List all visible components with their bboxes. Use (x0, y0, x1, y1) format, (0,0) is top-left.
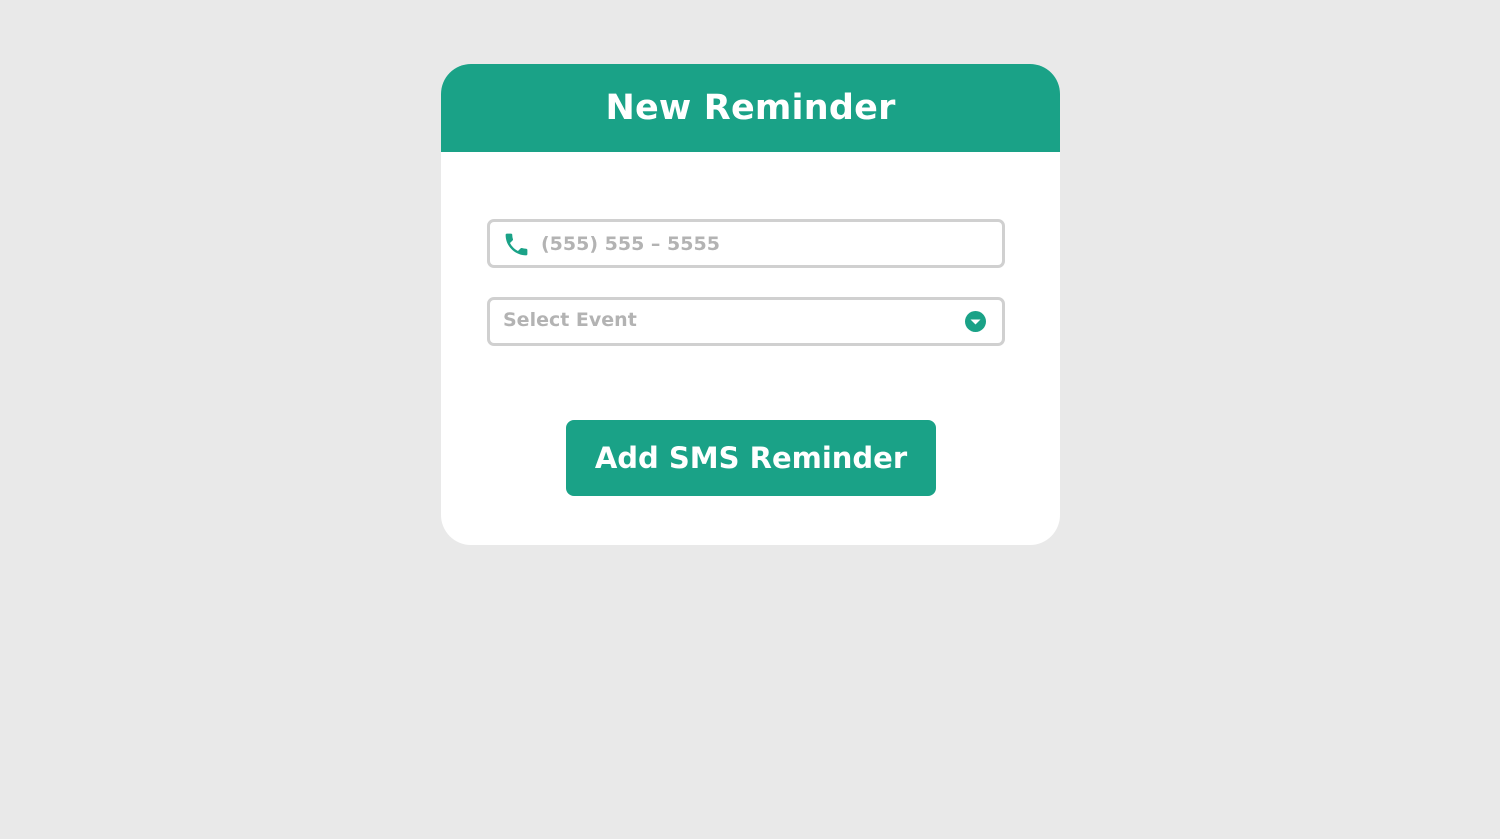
dropdown-circle-icon[interactable] (965, 311, 986, 332)
new-reminder-card: New Reminder Select Event Add SMS Remind… (441, 64, 1060, 545)
event-select[interactable]: Select Event (487, 297, 1005, 346)
phone-input[interactable] (541, 222, 981, 265)
card-header: New Reminder (441, 64, 1060, 152)
add-sms-reminder-button[interactable]: Add SMS Reminder (566, 420, 936, 496)
phone-icon (502, 230, 531, 259)
event-select-label: Select Event (503, 309, 637, 331)
card-title: New Reminder (605, 88, 896, 128)
phone-field[interactable] (487, 219, 1005, 268)
